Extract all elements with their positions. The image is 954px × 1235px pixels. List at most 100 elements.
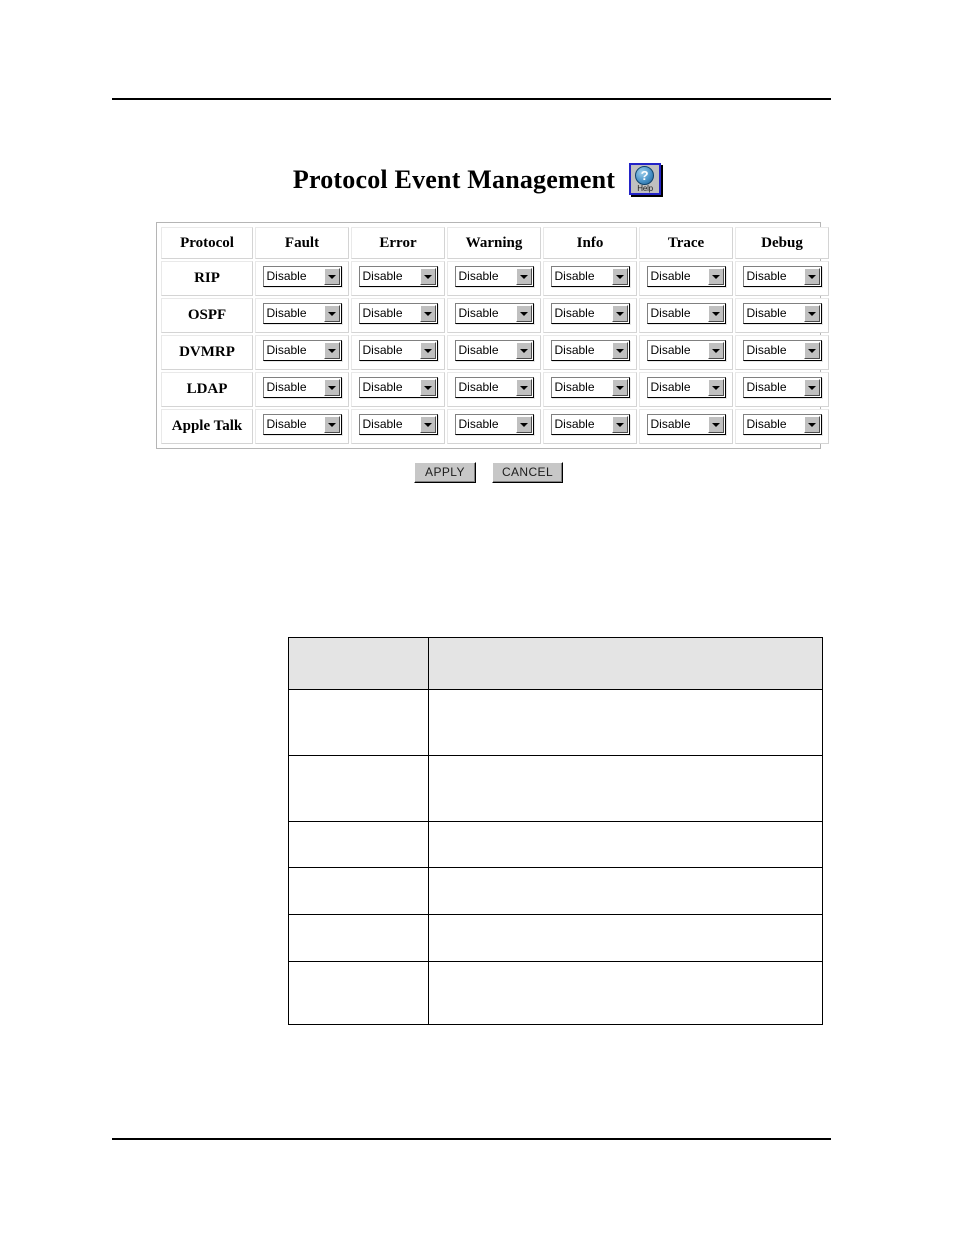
severity-cell-warning: Disable	[447, 335, 541, 370]
select-warning-rip[interactable]: Disable	[454, 266, 534, 287]
chevron-down-icon[interactable]	[323, 268, 340, 285]
severity-cell-error: Disable	[351, 261, 445, 296]
description-row	[288, 821, 823, 868]
severity-cell-fault: Disable	[255, 409, 349, 444]
column-header-info: Info	[543, 227, 637, 259]
select-warning-ospf[interactable]: Disable	[454, 303, 534, 324]
description-header-desc	[428, 637, 823, 690]
chevron-down-icon[interactable]	[611, 305, 628, 322]
page-title: Protocol Event Management	[292, 165, 616, 194]
severity-cell-debug: Disable	[735, 372, 829, 407]
select-fault-dvmrp[interactable]: Disable	[262, 340, 342, 361]
chevron-down-icon[interactable]	[323, 342, 340, 359]
column-header-debug: Debug	[735, 227, 829, 259]
select-fault-ospf[interactable]: Disable	[262, 303, 342, 324]
select-fault-apple-talk[interactable]: Disable	[262, 414, 342, 435]
select-fault-rip[interactable]: Disable	[262, 266, 342, 287]
severity-cell-error: Disable	[351, 335, 445, 370]
select-info-ldap[interactable]: Disable	[550, 377, 630, 398]
action-bar: APPLY CANCEL	[156, 462, 821, 483]
severity-cell-warning: Disable	[447, 261, 541, 296]
help-icon[interactable]: ? Help	[629, 163, 662, 195]
select-trace-ospf[interactable]: Disable	[646, 303, 726, 324]
severity-cell-info: Disable	[543, 261, 637, 296]
select-trace-apple-talk[interactable]: Disable	[646, 414, 726, 435]
description-text-cell	[428, 914, 823, 962]
select-error-rip[interactable]: Disable	[358, 266, 438, 287]
cancel-button[interactable]: CANCEL	[491, 462, 564, 483]
severity-cell-warning: Disable	[447, 298, 541, 333]
severity-cell-debug: Disable	[735, 409, 829, 444]
select-info-apple-talk[interactable]: Disable	[550, 414, 630, 435]
question-mark-icon: ?	[635, 166, 655, 185]
select-debug-ldap[interactable]: Disable	[742, 377, 822, 398]
chevron-down-icon[interactable]	[515, 416, 532, 433]
severity-cell-error: Disable	[351, 298, 445, 333]
chevron-down-icon[interactable]	[803, 342, 820, 359]
severity-cell-fault: Disable	[255, 372, 349, 407]
description-row	[288, 914, 823, 962]
chevron-down-icon[interactable]	[419, 342, 436, 359]
chevron-down-icon[interactable]	[419, 416, 436, 433]
chevron-down-icon[interactable]	[515, 268, 532, 285]
help-icon-label: Help	[637, 184, 653, 193]
chevron-down-icon[interactable]	[803, 416, 820, 433]
chevron-down-icon[interactable]	[419, 379, 436, 396]
chevron-down-icon[interactable]	[611, 416, 628, 433]
chevron-down-icon[interactable]	[515, 342, 532, 359]
description-header-row	[288, 637, 823, 690]
select-debug-ospf[interactable]: Disable	[742, 303, 822, 324]
chevron-down-icon[interactable]	[707, 379, 724, 396]
description-text-cell	[428, 961, 823, 1025]
select-error-dvmrp[interactable]: Disable	[358, 340, 438, 361]
table-row: Apple Talk Disable Disable Disable Disable Di…	[161, 409, 829, 444]
chevron-down-icon[interactable]	[515, 379, 532, 396]
chevron-down-icon[interactable]	[323, 416, 340, 433]
select-info-ospf[interactable]: Disable	[550, 303, 630, 324]
chevron-down-icon[interactable]	[707, 416, 724, 433]
protocol-name-cell: RIP	[161, 261, 253, 296]
select-warning-ldap[interactable]: Disable	[454, 377, 534, 398]
description-header-term	[288, 637, 429, 690]
chevron-down-icon[interactable]	[707, 305, 724, 322]
chevron-down-icon[interactable]	[419, 268, 436, 285]
severity-cell-info: Disable	[543, 335, 637, 370]
chevron-down-icon[interactable]	[803, 379, 820, 396]
protocol-event-panel: Protocol Fault Error Warning Info Trace …	[156, 222, 829, 449]
select-debug-dvmrp[interactable]: Disable	[742, 340, 822, 361]
select-error-ldap[interactable]: Disable	[358, 377, 438, 398]
select-error-apple-talk[interactable]: Disable	[358, 414, 438, 435]
severity-cell-warning: Disable	[447, 409, 541, 444]
select-debug-rip[interactable]: Disable	[742, 266, 822, 287]
select-trace-rip[interactable]: Disable	[646, 266, 726, 287]
chevron-down-icon[interactable]	[323, 305, 340, 322]
select-trace-dvmrp[interactable]: Disable	[646, 340, 726, 361]
chevron-down-icon[interactable]	[323, 379, 340, 396]
chevron-down-icon[interactable]	[611, 379, 628, 396]
severity-cell-info: Disable	[543, 298, 637, 333]
chevron-down-icon[interactable]	[515, 305, 532, 322]
chevron-down-icon[interactable]	[707, 268, 724, 285]
chevron-down-icon[interactable]	[611, 268, 628, 285]
select-debug-apple-talk[interactable]: Disable	[742, 414, 822, 435]
select-fault-ldap[interactable]: Disable	[262, 377, 342, 398]
select-warning-dvmrp[interactable]: Disable	[454, 340, 534, 361]
severity-cell-trace: Disable	[639, 335, 733, 370]
select-warning-apple-talk[interactable]: Disable	[454, 414, 534, 435]
chevron-down-icon[interactable]	[803, 305, 820, 322]
select-info-dvmrp[interactable]: Disable	[550, 340, 630, 361]
apply-button[interactable]: APPLY	[413, 462, 476, 483]
select-trace-ldap[interactable]: Disable	[646, 377, 726, 398]
description-text-cell	[428, 689, 823, 756]
description-term-cell	[288, 689, 429, 756]
chevron-down-icon[interactable]	[419, 305, 436, 322]
chevron-down-icon[interactable]	[611, 342, 628, 359]
severity-cell-fault: Disable	[255, 335, 349, 370]
severity-cell-trace: Disable	[639, 298, 733, 333]
chevron-down-icon[interactable]	[707, 342, 724, 359]
chevron-down-icon[interactable]	[803, 268, 820, 285]
select-info-rip[interactable]: Disable	[550, 266, 630, 287]
description-term-cell	[288, 867, 429, 915]
column-header-warning: Warning	[447, 227, 541, 259]
select-error-ospf[interactable]: Disable	[358, 303, 438, 324]
